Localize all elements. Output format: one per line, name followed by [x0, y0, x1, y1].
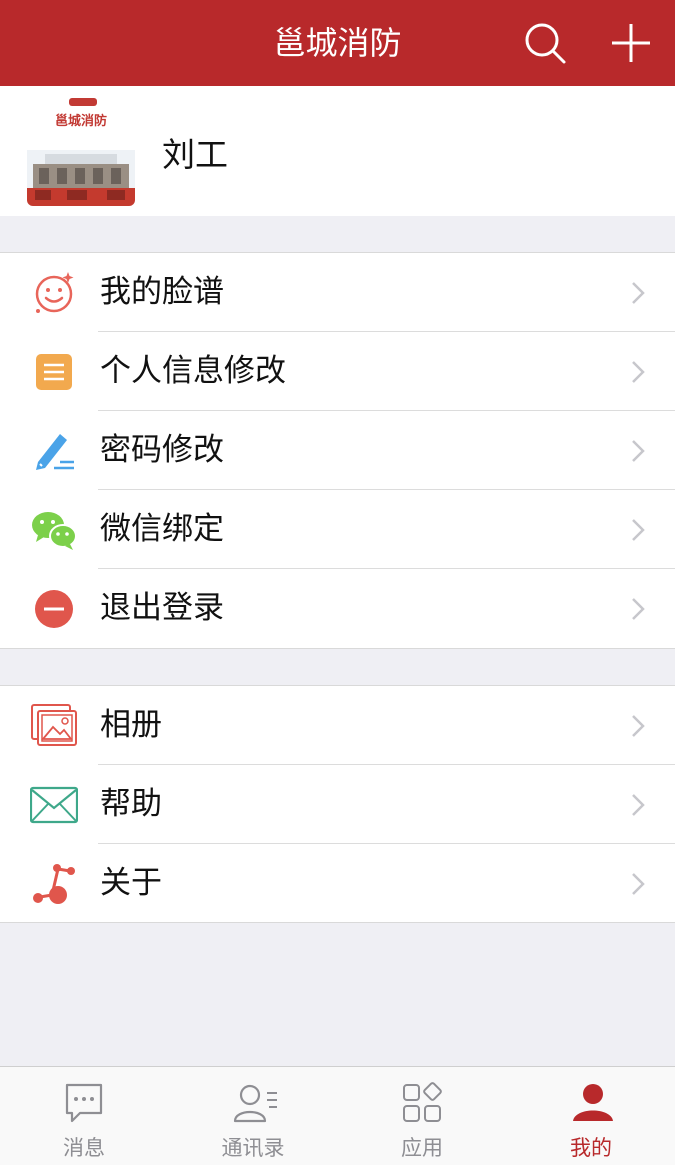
tab-label: 消息	[63, 1136, 105, 1160]
menu-item-logout[interactable]: 退出登录	[0, 569, 675, 648]
menu-item-label: 个人信息修改	[100, 353, 286, 389]
chevron-right-icon	[630, 596, 646, 622]
menu-item-label: 相册	[100, 707, 162, 743]
menu-item-label: 密码修改	[100, 432, 224, 468]
person-icon	[571, 1081, 613, 1125]
settings-group-2: 相册 帮助 关于	[0, 685, 675, 923]
chevron-right-icon	[630, 792, 646, 818]
menu-item-label: 我的脸谱	[100, 274, 224, 310]
pencil-icon	[30, 428, 78, 474]
tab-messages[interactable]: 消息	[0, 1067, 168, 1165]
menu-item-label: 关于	[100, 865, 162, 901]
plus-icon[interactable]	[609, 21, 653, 65]
menu-item-label: 微信绑定	[100, 511, 224, 547]
chat-bubble-icon	[64, 1081, 104, 1125]
chevron-right-icon	[630, 871, 646, 897]
contacts-icon	[233, 1081, 277, 1125]
photo-album-icon	[30, 703, 78, 749]
tab-contacts[interactable]: 通讯录	[169, 1067, 337, 1165]
tab-label: 应用	[401, 1136, 443, 1160]
page-title: 邕城消防	[273, 24, 402, 62]
apps-grid-icon	[402, 1081, 442, 1125]
menu-item-about[interactable]: 关于	[0, 844, 675, 923]
chevron-right-icon	[630, 280, 646, 306]
smiley-face-icon	[30, 270, 78, 316]
chevron-right-icon	[630, 438, 646, 464]
menu-item-album[interactable]: 相册	[0, 686, 675, 765]
avatar-logo-text: 邕城消防	[54, 114, 107, 129]
menu-item-wechat-bind[interactable]: 微信绑定	[0, 490, 675, 569]
wechat-icon	[30, 507, 78, 553]
menu-item-profile-edit[interactable]: 个人信息修改	[0, 332, 675, 411]
top-nav-bar: 邕城消防	[0, 0, 675, 86]
bottom-tab-bar: 消息 通讯录 应用 我的	[0, 1066, 675, 1165]
menu-item-label: 退出登录	[100, 590, 224, 626]
menu-item-my-face[interactable]: 我的脸谱	[0, 253, 675, 332]
tab-label: 通讯录	[221, 1136, 285, 1160]
tab-label: 我的	[570, 1136, 612, 1160]
profile-card[interactable]: 邕城消防 刘工	[0, 86, 675, 216]
tab-me[interactable]: 我的	[507, 1067, 675, 1165]
chevron-right-icon	[630, 713, 646, 739]
profile-name: 刘工	[162, 135, 228, 174]
chevron-right-icon	[630, 517, 646, 543]
settings-group-1: 我的脸谱 个人信息修改 密码修改 微信绑定 退出登录	[0, 252, 675, 649]
share-nodes-icon	[30, 861, 78, 907]
menu-item-password[interactable]: 密码修改	[0, 411, 675, 490]
menu-item-help[interactable]: 帮助	[0, 765, 675, 844]
chevron-right-icon	[630, 359, 646, 385]
search-icon[interactable]	[523, 21, 567, 65]
avatar: 邕城消防	[27, 98, 135, 206]
envelope-icon	[29, 782, 79, 828]
document-icon	[30, 349, 78, 395]
minus-circle-icon	[30, 586, 78, 632]
menu-item-label: 帮助	[100, 786, 162, 822]
tab-apps[interactable]: 应用	[338, 1067, 506, 1165]
